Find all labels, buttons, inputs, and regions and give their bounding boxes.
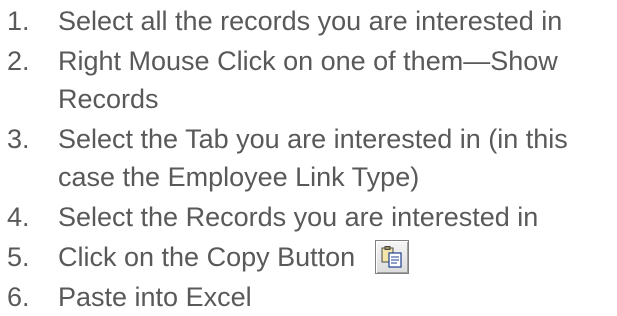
instruction-list: 1. Select all the records you are intere… [0, 0, 617, 316]
step-number: 3. [7, 124, 30, 154]
step-1: 1. Select all the records you are intere… [0, 0, 617, 40]
step-number: 4. [7, 202, 30, 232]
step-text: Click on the Copy Button [58, 242, 356, 272]
step-text-continuation: case the Employee Link Type) [58, 162, 420, 192]
copy-icon [381, 245, 402, 268]
step-number: 6. [7, 282, 30, 312]
copy-button[interactable] [374, 239, 409, 274]
step-number: 2. [7, 46, 30, 76]
step-4: 4. Select the Records you are interested… [0, 196, 617, 236]
step-6: 6. Paste into Excel [0, 276, 617, 316]
step-text: Select the Records you are interested in [58, 202, 539, 232]
step-text: Select the Tab you are interested in (in… [58, 124, 568, 154]
step-text: Right Mouse Click on one of them—Show [58, 46, 558, 76]
step-text-continuation: Records [58, 84, 159, 114]
step-number: 5. [7, 242, 30, 272]
step-text: Select all the records you are intereste… [58, 6, 563, 36]
step-2: 2. Right Mouse Click on one of them—Show… [0, 40, 617, 118]
step-3: 3. Select the Tab you are interested in … [0, 118, 617, 196]
step-number: 1. [7, 6, 30, 36]
step-5: 5. Click on the Copy Button [0, 236, 617, 276]
step-text: Paste into Excel [58, 282, 252, 312]
